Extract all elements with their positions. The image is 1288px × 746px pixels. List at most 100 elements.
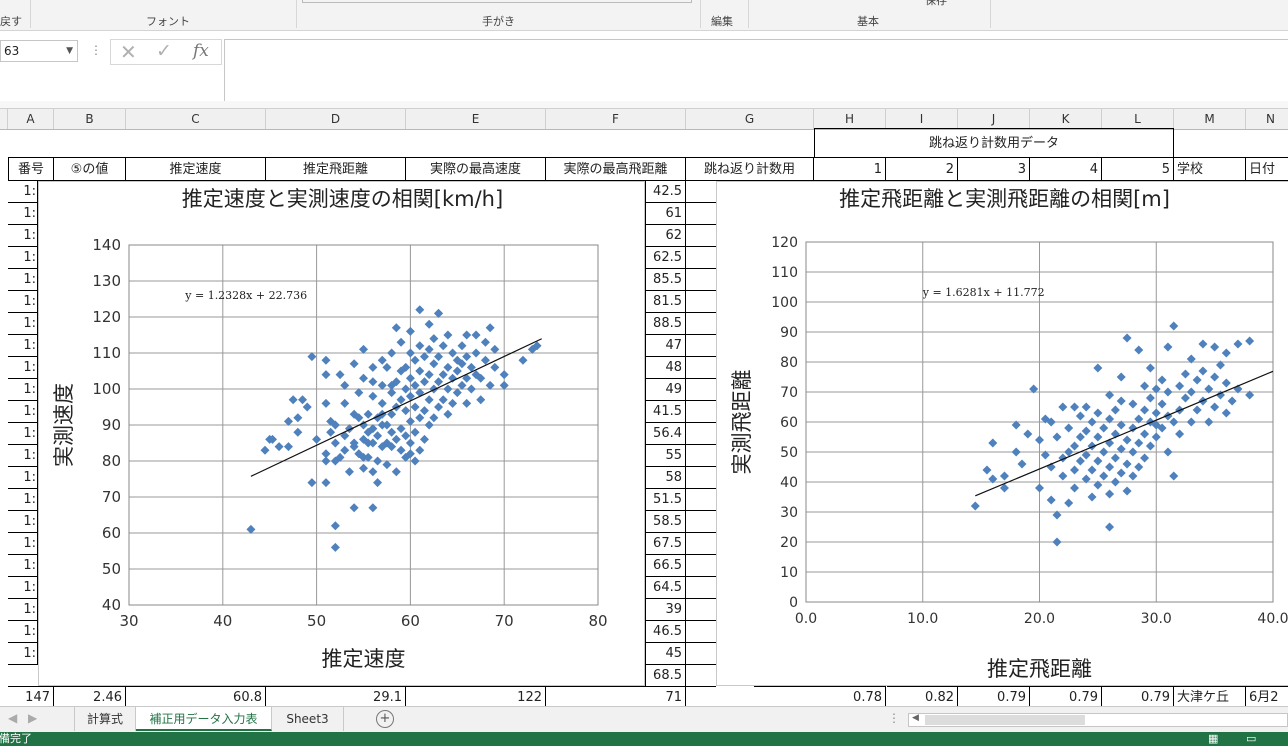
max-distance-cell[interactable]: 62 <box>645 225 686 247</box>
rebound-cell[interactable] <box>686 291 716 313</box>
max-distance-cell[interactable]: 58.5 <box>645 511 686 533</box>
normal-view-icon[interactable]: ▦ <box>1208 732 1218 746</box>
column-header-a[interactable]: A <box>8 109 54 129</box>
rebound-cell[interactable] <box>686 533 716 555</box>
row-id-cell[interactable]: 1: <box>8 269 38 291</box>
max-distance-cell[interactable]: 81.5 <box>645 291 686 313</box>
check-icon[interactable]: ✓ <box>156 40 172 62</box>
max-distance-cell[interactable]: 49 <box>645 379 686 401</box>
rebound-cell[interactable] <box>686 643 716 665</box>
sheet-tab-sheet3[interactable]: Sheet3 <box>272 707 344 731</box>
row-id-cell[interactable]: 1: <box>8 445 38 467</box>
handwriting-box[interactable] <box>302 0 692 3</box>
rebound-cell[interactable] <box>686 203 716 225</box>
column-header-i[interactable]: I <box>886 109 958 129</box>
formula-input[interactable] <box>224 39 1288 102</box>
page-layout-icon[interactable]: ▭ <box>1246 732 1256 746</box>
header-cell-j[interactable]: 3 <box>958 157 1030 181</box>
scroll-right-icon[interactable]: ▶ <box>28 711 37 725</box>
header-cell-a[interactable]: 番号 <box>8 157 54 181</box>
header-cell-g[interactable]: 跳ね返り計数用 <box>686 157 814 181</box>
fx-icon[interactable]: fx <box>193 41 209 61</box>
column-header-k[interactable]: K <box>1030 109 1102 129</box>
header-cell-b[interactable]: ⑤の値 <box>54 157 126 181</box>
bottom-row-cell-j[interactable]: 0.79 <box>958 686 1030 706</box>
bottom-row-cell-b[interactable]: 2.46 <box>54 686 126 706</box>
row-id-cell[interactable]: 1: <box>8 555 38 577</box>
add-sheet-icon[interactable]: + <box>376 710 394 728</box>
max-distance-cell[interactable]: 88.5 <box>645 313 686 335</box>
rebound-cell[interactable] <box>686 511 716 533</box>
column-header-j[interactable]: J <box>958 109 1030 129</box>
max-distance-cell[interactable]: 58 <box>645 467 686 489</box>
bottom-row-cell-f[interactable]: 71 <box>546 686 686 706</box>
rebound-cell[interactable] <box>686 225 716 247</box>
rebound-cell[interactable] <box>686 577 716 599</box>
column-header-h[interactable]: H <box>814 109 886 129</box>
rebound-cell[interactable] <box>686 665 716 687</box>
max-distance-cell[interactable]: 41.5 <box>645 401 686 423</box>
max-distance-cell[interactable]: 45 <box>645 643 686 665</box>
rebound-cell[interactable] <box>686 555 716 577</box>
row-id-cell[interactable]: 1: <box>8 401 38 423</box>
close-icon[interactable]: ✕ <box>120 40 137 64</box>
row-id-cell[interactable]: 1: <box>8 379 38 401</box>
rebound-cell[interactable] <box>686 181 716 203</box>
header-cell-f[interactable]: 実際の最高飛距離 <box>546 157 686 181</box>
merged-header-rebound[interactable]: 跳ね返り計数用データ <box>814 128 1174 157</box>
header-cell-c[interactable]: 推定速度 <box>126 157 266 181</box>
column-header-n[interactable]: N <box>1246 109 1288 129</box>
rebound-cell[interactable] <box>686 599 716 621</box>
header-cell-k[interactable]: 4 <box>1030 157 1102 181</box>
scrollbar-thumb[interactable] <box>925 715 1085 725</box>
max-distance-cell[interactable]: 51.5 <box>645 489 686 511</box>
scroll-left-icon[interactable]: ◀ <box>8 711 17 725</box>
row-id-cell[interactable]: 1: <box>8 247 38 269</box>
max-distance-cell[interactable]: 47 <box>645 335 686 357</box>
row-id-cell[interactable]: 1: <box>8 313 38 335</box>
row-id-cell[interactable]: 1: <box>8 203 38 225</box>
row-id-cell[interactable]: 1: <box>8 467 38 489</box>
bottom-row-cell-l[interactable]: 0.79 <box>1102 686 1174 706</box>
max-distance-cell[interactable]: 85.5 <box>645 269 686 291</box>
sheet-tab-calc[interactable]: 計算式 <box>74 707 136 731</box>
rebound-cell[interactable] <box>686 445 716 467</box>
header-cell-l[interactable]: 5 <box>1102 157 1174 181</box>
bottom-row-cell-d[interactable]: 29.1 <box>266 686 406 706</box>
bottom-row-cell-c[interactable]: 60.8 <box>126 686 266 706</box>
sheet-tab-input[interactable]: 補正用データ入力表 <box>136 707 272 731</box>
bottom-row-cell-a[interactable]: 147 <box>8 686 54 706</box>
column-header-m[interactable]: M <box>1174 109 1246 129</box>
row-id-cell[interactable]: 1: <box>8 533 38 555</box>
rebound-cell[interactable] <box>686 489 716 511</box>
max-distance-cell[interactable]: 48 <box>645 357 686 379</box>
name-box[interactable]: 63 ▼ <box>0 40 78 62</box>
max-distance-cell[interactable]: 46.5 <box>645 621 686 643</box>
rebound-cell[interactable] <box>686 379 716 401</box>
row-id-cell[interactable]: 1: <box>8 225 38 247</box>
row-id-cell[interactable]: 1: <box>8 335 38 357</box>
max-distance-cell[interactable]: 56.4 <box>645 423 686 445</box>
header-cell-e[interactable]: 実際の最高速度 <box>406 157 546 181</box>
row-id-cell[interactable]: 1: <box>8 181 38 203</box>
row-id-cell[interactable]: 1: <box>8 423 38 445</box>
column-header-g[interactable]: G <box>686 109 814 129</box>
column-header-d[interactable]: D <box>266 109 406 129</box>
rebound-cell[interactable] <box>686 357 716 379</box>
horizontal-scrollbar[interactable]: ◀ <box>908 713 1288 727</box>
header-cell-h[interactable]: 1 <box>814 157 886 181</box>
column-header-c[interactable]: C <box>126 109 266 129</box>
row-id-cell[interactable]: 1: <box>8 643 38 665</box>
max-distance-cell[interactable]: 42.5 <box>645 181 686 203</box>
column-header-l[interactable]: L <box>1102 109 1174 129</box>
max-distance-cell[interactable]: 55 <box>645 445 686 467</box>
rebound-cell[interactable] <box>686 269 716 291</box>
rebound-cell[interactable] <box>686 423 716 445</box>
header-cell-i[interactable]: 2 <box>886 157 958 181</box>
select-all-corner[interactable] <box>0 109 8 129</box>
bottom-row-cell-i[interactable]: 0.82 <box>887 686 958 706</box>
rebound-cell[interactable] <box>686 401 716 423</box>
max-distance-cell[interactable]: 66.5 <box>645 555 686 577</box>
column-header-f[interactable]: F <box>546 109 686 129</box>
max-distance-cell[interactable]: 68.5 <box>645 665 686 687</box>
